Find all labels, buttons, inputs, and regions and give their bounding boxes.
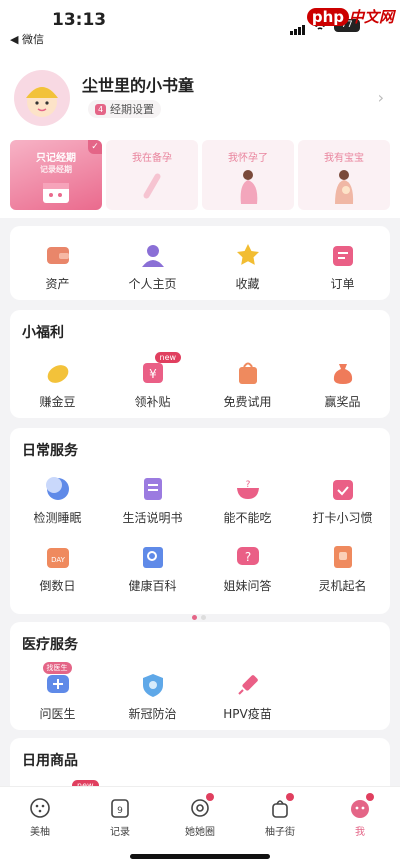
medical-title: 医疗服务 bbox=[22, 637, 78, 653]
ask-doctor-item[interactable]: 找医生 问医生 bbox=[10, 662, 105, 722]
notification-dot bbox=[206, 793, 214, 801]
quick-links: 资产 个人主页 收藏 订单 bbox=[10, 242, 390, 292]
hpv-vaccine-item[interactable]: HPV疫苗 bbox=[200, 672, 295, 722]
new-badge: new bbox=[154, 352, 182, 363]
quick-links-card: 资产 个人主页 收藏 订单 bbox=[10, 226, 390, 300]
watermark-logo: php 中文网 bbox=[306, 6, 394, 27]
signal-icon bbox=[290, 16, 306, 35]
gold-bean-icon bbox=[47, 365, 68, 383]
status-time: 13:13 bbox=[52, 10, 107, 30]
person-icon bbox=[141, 245, 164, 267]
avatar[interactable] bbox=[14, 70, 70, 126]
daily-services-card: 日常服务 检测睡眠 生活说明书 ? 能不能吃 打卡小习惯 DAY 倒数日 健康百科 … bbox=[10, 428, 390, 620]
svg-text:?: ? bbox=[244, 550, 250, 564]
test-stick-icon bbox=[143, 173, 161, 199]
earn-beans-item[interactable]: 赚金豆 bbox=[10, 360, 105, 410]
wallet-icon bbox=[46, 247, 69, 264]
medical-items: 找医生 问医生 新冠防治 HPV疫苗 bbox=[10, 662, 390, 722]
mother-baby-icon bbox=[335, 170, 354, 204]
naming-book-icon bbox=[333, 546, 352, 568]
chevron-right-icon[interactable]: › bbox=[378, 88, 384, 107]
calendar-icon bbox=[43, 183, 69, 203]
sleep-check-item[interactable]: 检测睡眠 bbox=[10, 476, 105, 526]
search-book-icon bbox=[142, 547, 163, 568]
habit-checkin-item[interactable]: 打卡小习惯 bbox=[295, 476, 390, 526]
welfare-card: 小福利 赚金豆 new ¥ 领补贴 免费试用 赢奖品 bbox=[10, 310, 390, 418]
day-calendar-icon: DAY bbox=[46, 548, 69, 568]
question-bubble-icon: ? bbox=[236, 547, 259, 565]
stage-selector: 只记经期 记录经期 ✓ 我在备孕 我怀孕了 我有宝宝 bbox=[10, 140, 390, 210]
naming-item[interactable]: 灵机起名 bbox=[295, 544, 390, 594]
find-doctor-badge: 找医生 bbox=[42, 662, 72, 674]
order-icon bbox=[332, 246, 353, 266]
medical-services-card: 医疗服务 找医生 问医生 新冠防治 HPV疫苗 bbox=[10, 622, 390, 730]
svg-text:9: 9 bbox=[117, 806, 123, 816]
subsidy-item[interactable]: new ¥ 领补贴 bbox=[105, 352, 200, 410]
tab-me[interactable]: 我 bbox=[320, 787, 400, 866]
notification-dot bbox=[286, 793, 294, 801]
stage-preparing[interactable]: 我在备孕 bbox=[106, 140, 198, 210]
life-guide-item[interactable]: 生活说明书 bbox=[105, 476, 200, 526]
doctor-chat-icon bbox=[46, 675, 69, 693]
stage-pregnant[interactable]: 我怀孕了 bbox=[202, 140, 294, 210]
star-icon bbox=[236, 244, 259, 265]
cycle-settings-button[interactable]: 4 经期设置 bbox=[88, 100, 161, 118]
welfare-title: 小福利 bbox=[22, 325, 64, 341]
empty-slot bbox=[295, 672, 390, 722]
favorites-item[interactable]: 收藏 bbox=[200, 242, 295, 292]
orders-item[interactable]: 订单 bbox=[295, 242, 390, 292]
user-name: 尘世里的小书童 bbox=[82, 76, 195, 95]
free-trial-item[interactable]: 免费试用 bbox=[200, 360, 295, 410]
stage-period-only[interactable]: 只记经期 记录经期 ✓ bbox=[10, 140, 102, 210]
bowl-icon: ? bbox=[236, 480, 259, 499]
prize-bag-icon bbox=[333, 364, 352, 384]
welfare-items: 赚金豆 new ¥ 领补贴 免费试用 赢奖品 bbox=[10, 352, 390, 410]
profile-item[interactable]: 个人主页 bbox=[105, 242, 200, 292]
cycle-icon: 4 bbox=[95, 103, 106, 115]
record-calendar-icon: 9 bbox=[111, 799, 129, 818]
gift-bag-icon bbox=[238, 362, 257, 384]
daily-row-2: DAY 倒数日 健康百科 ? 姐妹问答 灵机起名 bbox=[10, 544, 390, 594]
home-indicator[interactable] bbox=[130, 854, 270, 859]
syringe-icon bbox=[237, 675, 258, 695]
back-to-wechat-link[interactable]: ◀ 微信 bbox=[10, 31, 44, 47]
notification-dot bbox=[366, 793, 374, 801]
daily-row-1: 检测睡眠 生活说明书 ? 能不能吃 打卡小习惯 bbox=[10, 476, 390, 526]
meiyou-icon bbox=[30, 798, 50, 818]
health-wiki-item[interactable]: 健康百科 bbox=[105, 544, 200, 594]
svg-text:¥: ¥ bbox=[149, 367, 157, 381]
shield-icon bbox=[142, 674, 163, 697]
book-icon bbox=[143, 478, 162, 500]
check-icon: ✓ bbox=[88, 140, 102, 154]
sister-qa-item[interactable]: ? 姐妹问答 bbox=[200, 544, 295, 594]
can-i-eat-item[interactable]: ? 能不能吃 bbox=[200, 476, 295, 526]
moon-icon bbox=[45, 477, 69, 500]
goods-title: 日用商品 bbox=[22, 753, 78, 769]
pregnant-woman-icon bbox=[240, 170, 258, 204]
svg-text:?: ? bbox=[245, 480, 250, 490]
countdown-item[interactable]: DAY 倒数日 bbox=[10, 544, 105, 594]
assets-item[interactable]: 资产 bbox=[10, 242, 105, 292]
stage-has-baby[interactable]: 我有宝宝 bbox=[298, 140, 390, 210]
win-prize-item[interactable]: 赢奖品 bbox=[295, 360, 390, 410]
covid-item[interactable]: 新冠防治 bbox=[105, 672, 200, 722]
daily-title: 日常服务 bbox=[22, 443, 78, 459]
tab-meiyou[interactable]: 美柚 bbox=[0, 787, 80, 866]
yuan-ticket-icon: ¥ bbox=[142, 363, 163, 383]
svg-text:DAY: DAY bbox=[51, 556, 66, 564]
checkin-icon bbox=[332, 480, 353, 500]
